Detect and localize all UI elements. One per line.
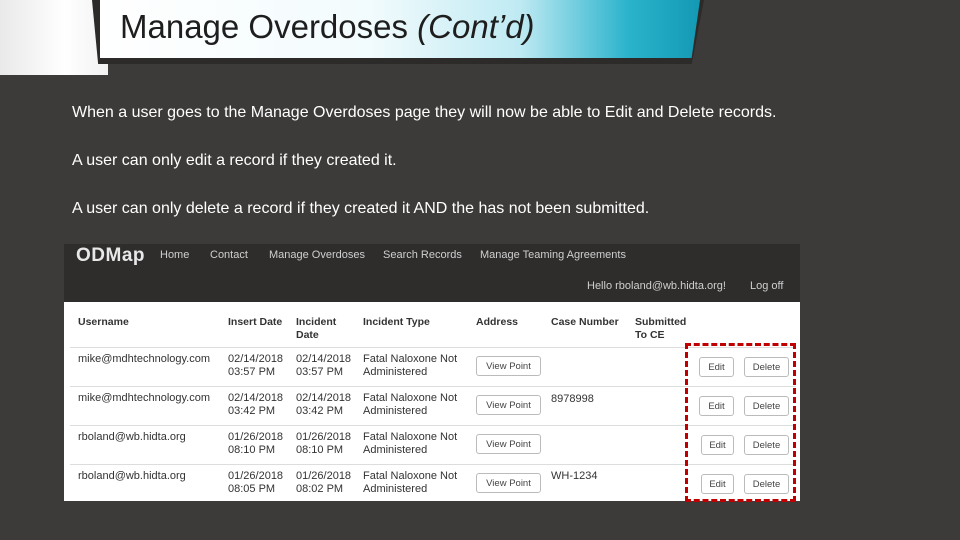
cell-insert-date: 01/26/2018 08:05 PM <box>228 470 283 496</box>
cell-username: rboland@wb.hidta.org <box>78 431 186 443</box>
cell-insert-date-day: 02/14/2018 <box>228 392 284 404</box>
user-greeting[interactable]: Hello rboland@wb.hidta.org! <box>587 280 726 292</box>
logoff-link[interactable]: Log off <box>750 280 783 292</box>
col-case-number: Case Number <box>551 316 619 328</box>
nav-home[interactable]: Home <box>160 249 189 261</box>
cell-insert-date-time: 03:57 PM <box>228 366 276 378</box>
cell-incident-date-day: 01/26/2018 <box>296 431 352 443</box>
cell-incident-type-line2: Administered <box>363 366 428 378</box>
cell-incident-type-line2: Administered <box>363 405 428 417</box>
app-brand[interactable]: ODMap <box>76 245 145 267</box>
cell-case-number: WH-1234 <box>551 470 598 482</box>
cell-case-number: 8978998 <box>551 393 594 405</box>
cell-username: rboland@wb.hidta.org <box>78 470 186 482</box>
cell-insert-date-day: 01/26/2018 <box>228 470 284 482</box>
cell-insert-date: 02/14/2018 03:42 PM <box>228 392 283 418</box>
app-navbar: ODMap Home Contact Manage Overdoses Sear… <box>64 244 800 302</box>
cell-incident-type-line2: Administered <box>363 483 428 495</box>
cell-incident-type: Fatal Naloxone Not Administered <box>363 431 457 457</box>
paragraph-1: When a user goes to the Manage Overdoses… <box>72 104 777 121</box>
cell-insert-date: 02/14/2018 03:57 PM <box>228 353 283 379</box>
cell-incident-date-day: 02/14/2018 <box>296 353 352 365</box>
cell-incident-date: 02/14/2018 03:42 PM <box>296 392 351 418</box>
cell-incident-date-day: 01/26/2018 <box>296 470 352 482</box>
cell-incident-type-line1: Fatal Naloxone Not <box>363 431 458 443</box>
nav-manage-overdoses[interactable]: Manage Overdoses <box>269 249 365 261</box>
cell-insert-date-time: 03:42 PM <box>228 405 276 417</box>
paragraph-3: A user can only delete a record if they … <box>72 200 650 217</box>
col-incident-type: Incident Type <box>363 316 430 328</box>
view-point-button[interactable]: View Point <box>476 473 541 493</box>
cell-incident-date: 01/26/2018 08:10 PM <box>296 431 351 457</box>
cell-incident-type: Fatal Naloxone Not Administered <box>363 353 457 379</box>
cell-insert-date: 01/26/2018 08:10 PM <box>228 431 283 457</box>
cell-insert-date-time: 08:05 PM <box>228 483 276 495</box>
nav-manage-teaming-agreements[interactable]: Manage Teaming Agreements <box>480 249 626 261</box>
cell-incident-date-time: 03:42 PM <box>296 405 344 417</box>
col-address: Address <box>476 316 519 328</box>
cell-incident-type-line1: Fatal Naloxone Not <box>363 470 458 482</box>
col-submitted-line2: To CE <box>635 329 665 341</box>
edit-delete-highlight <box>685 343 796 502</box>
cell-insert-date-day: 01/26/2018 <box>228 431 284 443</box>
cell-incident-date: 02/14/2018 03:57 PM <box>296 353 351 379</box>
slide-title: Manage Overdoses (Cont’d) <box>120 8 535 46</box>
slide-title-main: Manage Overdoses <box>120 8 418 45</box>
view-point-button[interactable]: View Point <box>476 434 541 454</box>
cell-incident-date: 01/26/2018 08:02 PM <box>296 470 351 496</box>
view-point-button[interactable]: View Point <box>476 356 541 376</box>
cell-incident-type-line1: Fatal Naloxone Not <box>363 353 458 365</box>
cell-incident-type-line2: Administered <box>363 444 428 456</box>
cell-username: mike@mdhtechnology.com <box>78 392 211 404</box>
col-insert-date: Insert Date <box>228 316 283 328</box>
cell-incident-date-time: 08:02 PM <box>296 483 344 495</box>
cell-insert-date-time: 08:10 PM <box>228 444 276 456</box>
col-incident-date-line2: Date <box>296 329 319 341</box>
col-submitted: Submitted To CE <box>635 316 686 342</box>
cell-incident-type: Fatal Naloxone Not Administered <box>363 470 457 496</box>
col-username: Username <box>78 316 129 328</box>
nav-contact[interactable]: Contact <box>210 249 248 261</box>
cell-incident-date-time: 03:57 PM <box>296 366 344 378</box>
cell-insert-date-day: 02/14/2018 <box>228 353 284 365</box>
paragraph-2: A user can only edit a record if they cr… <box>72 152 397 169</box>
cell-incident-date-time: 08:10 PM <box>296 444 344 456</box>
cell-incident-date-day: 02/14/2018 <box>296 392 352 404</box>
col-incident-date-line1: Incident <box>296 316 337 328</box>
cell-incident-type: Fatal Naloxone Not Administered <box>363 392 457 418</box>
nav-search-records[interactable]: Search Records <box>383 249 462 261</box>
view-point-button[interactable]: View Point <box>476 395 541 415</box>
col-submitted-line1: Submitted <box>635 316 687 328</box>
banner-left-panel <box>0 0 108 75</box>
slide-title-italic: (Cont’d) <box>417 8 535 45</box>
col-incident-date: Incident Date <box>296 316 336 342</box>
cell-username: mike@mdhtechnology.com <box>78 353 211 365</box>
cell-incident-type-line1: Fatal Naloxone Not <box>363 392 458 404</box>
